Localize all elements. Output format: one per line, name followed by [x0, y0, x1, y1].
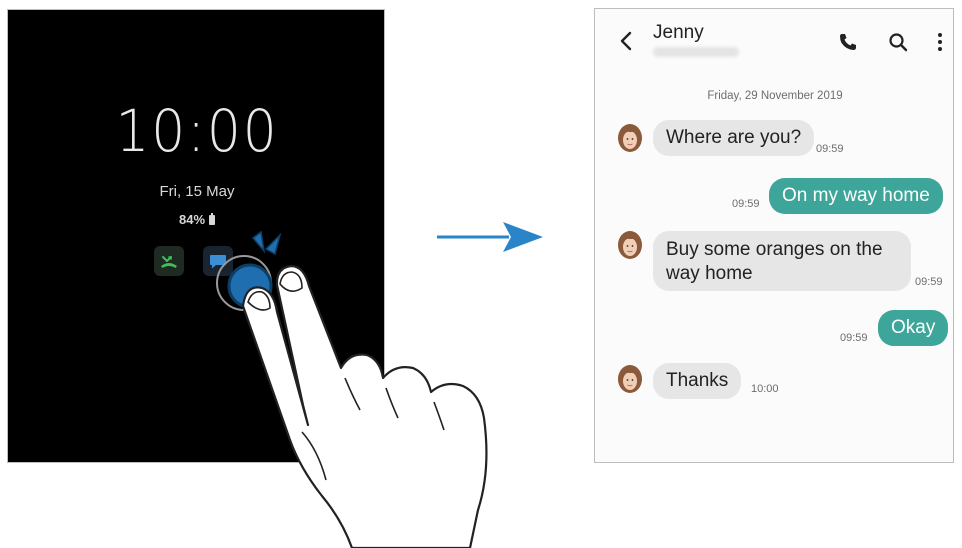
missed-call-notification[interactable] [154, 246, 184, 276]
battery-icon [209, 213, 216, 225]
contact-avatar [618, 124, 642, 152]
contact-avatar [618, 365, 642, 393]
message-bubble-outgoing[interactable]: Okay [878, 310, 949, 346]
conversation-screen: Jenny Friday, 29 November 2019 Where are… [594, 8, 954, 463]
message-icon [210, 255, 226, 269]
more-vertical-icon [938, 33, 942, 51]
message-time: 09:59 [816, 143, 844, 155]
conversation-header: Jenny [595, 9, 955, 79]
aod-clock: 10:00 [115, 97, 279, 165]
aod-battery-level: 84% [178, 212, 206, 227]
right-arrow-icon [437, 222, 543, 252]
message-time: 09:59 [840, 332, 868, 344]
more-options-button[interactable] [929, 31, 951, 53]
back-button[interactable] [615, 29, 639, 53]
knuckle-line [433, 401, 445, 431]
message-time: 09:59 [915, 276, 943, 288]
search-button[interactable] [887, 31, 909, 53]
message-time: 10:00 [751, 383, 779, 395]
message-notification[interactable] [203, 246, 233, 276]
back-arrow-icon [620, 31, 632, 51]
message-bubble-incoming[interactable]: Where are you? [653, 120, 815, 156]
message-bubble-outgoing[interactable]: On my way home [769, 178, 943, 214]
date-separator: Friday, 29 November 2019 [707, 90, 843, 102]
aod-battery-status: 84% [8, 212, 386, 227]
always-on-display-screen: 10:00 Fri, 15 May 84% [7, 9, 385, 463]
contact-avatar [618, 231, 642, 259]
message-bubble-incoming[interactable]: Buy some oranges on the way home [653, 231, 911, 291]
aod-date: Fri, 15 May [159, 183, 235, 200]
message-bubble-incoming[interactable]: Thanks [653, 363, 742, 399]
contact-name: Jenny [653, 22, 704, 43]
illustration: 10:00 Fri, 15 May 84% Jenny Friday, 29 N… [0, 0, 962, 548]
contact-number-blurred [653, 47, 739, 57]
call-button[interactable] [837, 31, 859, 53]
missed-call-icon [161, 256, 177, 268]
knuckle-line [385, 387, 399, 419]
search-icon [889, 33, 908, 52]
message-time: 09:59 [732, 198, 760, 210]
phone-icon [840, 34, 856, 50]
